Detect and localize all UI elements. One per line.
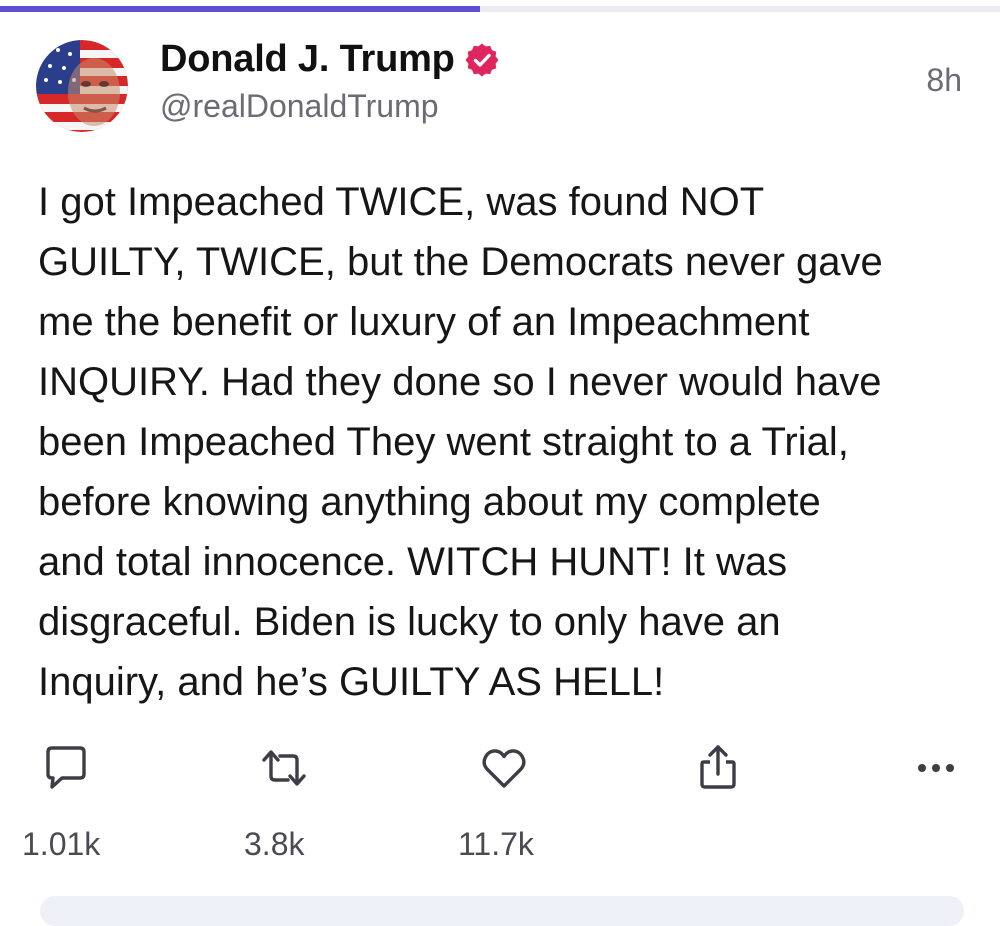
author-handle[interactable]: @realDonaldTrump (160, 88, 439, 125)
next-post-card[interactable] (40, 896, 964, 926)
repost-button[interactable] (256, 740, 312, 796)
more-options-button[interactable] (908, 740, 964, 796)
heart-icon (482, 749, 526, 788)
share-button[interactable] (690, 740, 746, 796)
like-count: 11.7k (458, 826, 534, 862)
avatar-image (36, 40, 128, 132)
reply-count: 1.01k (22, 826, 101, 862)
repost-icon (262, 750, 306, 786)
share-icon (700, 745, 736, 789)
repost-count: 3.8k (244, 826, 305, 862)
avatar[interactable] (36, 40, 128, 132)
more-dots-icon (918, 764, 954, 772)
display-name[interactable]: Donald J. Trump (160, 38, 455, 81)
like-button[interactable] (476, 740, 532, 796)
author-name-row[interactable]: Donald J. Trump (160, 38, 499, 81)
post-timestamp[interactable]: 8h (926, 62, 962, 99)
progress-bar (0, 6, 480, 12)
post-text: I got Impeached TWICE, was found NOT GUI… (38, 180, 883, 704)
verified-badge-icon (465, 43, 499, 77)
progress-track (0, 6, 1000, 12)
reply-button[interactable] (38, 740, 94, 796)
comment-icon (46, 746, 86, 789)
